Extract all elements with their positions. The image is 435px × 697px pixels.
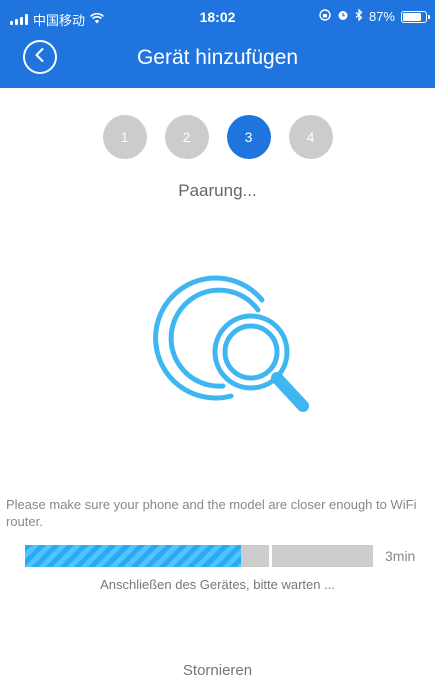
progress-bar xyxy=(25,545,373,567)
searching-device-icon xyxy=(128,270,318,420)
header: Gerät hinzufügen xyxy=(0,34,435,88)
status-right: 87% xyxy=(319,8,430,24)
step-2: 2 xyxy=(164,115,209,159)
status-bar: 中国移动 18:02 87% xyxy=(0,0,435,34)
step-4: 4 xyxy=(288,115,333,159)
time-remaining: 3min xyxy=(385,548,416,564)
progress-divider xyxy=(269,545,272,567)
pairing-status: Paarung... xyxy=(178,181,257,200)
cancel-button[interactable]: Stornieren xyxy=(0,662,435,679)
hint-text: Please make sure your phone and the mode… xyxy=(6,497,417,529)
app-header-bar: 中国移动 18:02 87% Gerät hinzufügen xyxy=(0,0,435,88)
connecting-message: Anschließen des Gerätes, bitte warten ..… xyxy=(100,577,335,592)
alarm-icon xyxy=(337,9,349,24)
battery-icon xyxy=(401,10,430,23)
bluetooth-icon xyxy=(355,8,363,24)
battery-percent: 87% xyxy=(368,9,395,24)
step-3: 3 xyxy=(226,115,271,159)
page-title: Gerät hinzufügen xyxy=(136,46,299,69)
battery-fill xyxy=(403,12,421,21)
progress-fill xyxy=(25,545,241,567)
step-indicator: 1 2 3 4 xyxy=(0,115,435,159)
progress-row: 3min xyxy=(25,545,425,567)
step-1: 1 xyxy=(102,115,147,159)
lock-rotation-icon xyxy=(319,9,331,24)
